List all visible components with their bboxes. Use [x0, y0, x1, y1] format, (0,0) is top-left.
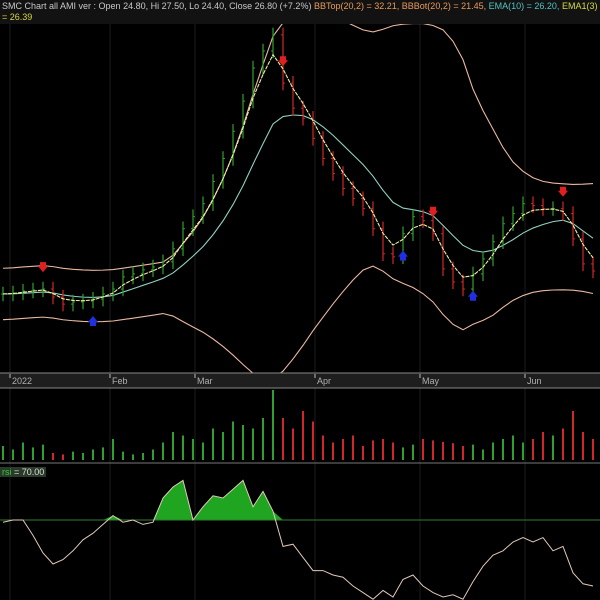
volume-bar: [502, 439, 504, 460]
volume-bar: [582, 432, 584, 460]
x-tick-label: Feb: [112, 376, 128, 386]
volume-bar: [182, 435, 184, 460]
volume-bar: [102, 447, 104, 460]
x-tick-label: 2022: [12, 376, 32, 386]
volume-bar: [352, 435, 354, 460]
volume-bar: [522, 442, 524, 460]
chart-canvas: 2022 Feb Mar Apr May Jun: [0, 0, 600, 600]
volume-bar: [412, 444, 414, 460]
chart-title: SMC Chart all AMI ver :: [2, 1, 97, 11]
rsi-value: = 70.00: [14, 467, 45, 477]
volume-bar: [22, 442, 24, 460]
volume-bar: [382, 439, 384, 460]
x-tick-label: Jun: [527, 376, 542, 386]
volume-bar: [492, 442, 494, 460]
volume-bar: [282, 418, 284, 460]
volume-bar: [162, 442, 164, 460]
volume-bar: [232, 421, 234, 460]
volume-bar: [112, 439, 114, 460]
volume-bar: [172, 432, 174, 460]
volume-bar: [392, 442, 394, 460]
volume-bar: [42, 444, 44, 460]
volume-bar: [242, 425, 244, 460]
volume-bar: [592, 439, 594, 460]
x-tick-label: May: [422, 376, 440, 386]
ohlc-readout: Open 24.80, Hi 27.50, Lo 24.40, Close 26…: [98, 1, 312, 11]
volume-bar: [262, 418, 264, 460]
bbtop-readout: BBTop(20,2) = 32.21,: [313, 1, 400, 11]
volume-bar: [142, 453, 144, 460]
bbbot-readout: BBBot(20,2) = 21.45,: [401, 1, 487, 11]
volume-bar: [192, 439, 194, 460]
volume-bar: [62, 454, 64, 460]
volume-bar: [12, 449, 14, 460]
rsi-label: rsi = 70.00: [0, 467, 47, 477]
volume-bar: [132, 454, 134, 460]
volume-bar: [552, 435, 554, 460]
volume-bar: [92, 449, 94, 460]
volume-bar: [152, 449, 154, 460]
volume-bar: [532, 439, 534, 460]
volume-bar: [422, 439, 424, 460]
volume-bar: [322, 435, 324, 460]
chart-title-bar: SMC Chart all AMI ver : Open 24.80, Hi 2…: [0, 0, 600, 24]
volume-bar: [292, 428, 294, 460]
volume-bar: [462, 446, 464, 460]
volume-bar: [222, 432, 224, 460]
volume-bar: [52, 453, 54, 460]
date-axis: [0, 373, 600, 388]
volume-bar: [32, 447, 34, 460]
ema10-readout: EMA(10) = 26.20,: [488, 1, 560, 11]
volume-bar: [402, 447, 404, 460]
volume-bar: [482, 449, 484, 460]
rsi-name: rsi: [2, 467, 12, 477]
volume-bar: [82, 453, 84, 460]
volume-bar: [472, 444, 474, 460]
volume-bar: [272, 390, 274, 460]
volume-bar: [432, 440, 434, 460]
volume-bar: [542, 432, 544, 460]
volume-bar: [302, 411, 304, 460]
volume-bar: [452, 443, 454, 460]
volume-bar: [442, 441, 444, 460]
volume-bar: [202, 442, 204, 460]
volume-bar: [212, 428, 214, 460]
volume-bar: [332, 442, 334, 460]
volume-bar: [252, 428, 254, 460]
x-tick-label: Mar: [197, 376, 213, 386]
volume-bar: [512, 435, 514, 460]
volume-bar: [572, 411, 574, 460]
volume-bar: [372, 440, 374, 460]
x-tick-label: Apr: [317, 376, 331, 386]
volume-bar: [2, 446, 4, 460]
volume-bar: [362, 446, 364, 460]
volume-bar: [72, 451, 74, 460]
volume-bar: [562, 428, 564, 460]
volume-bar: [122, 451, 124, 460]
volume-bar: [312, 421, 314, 460]
volume-bar: [342, 439, 344, 460]
